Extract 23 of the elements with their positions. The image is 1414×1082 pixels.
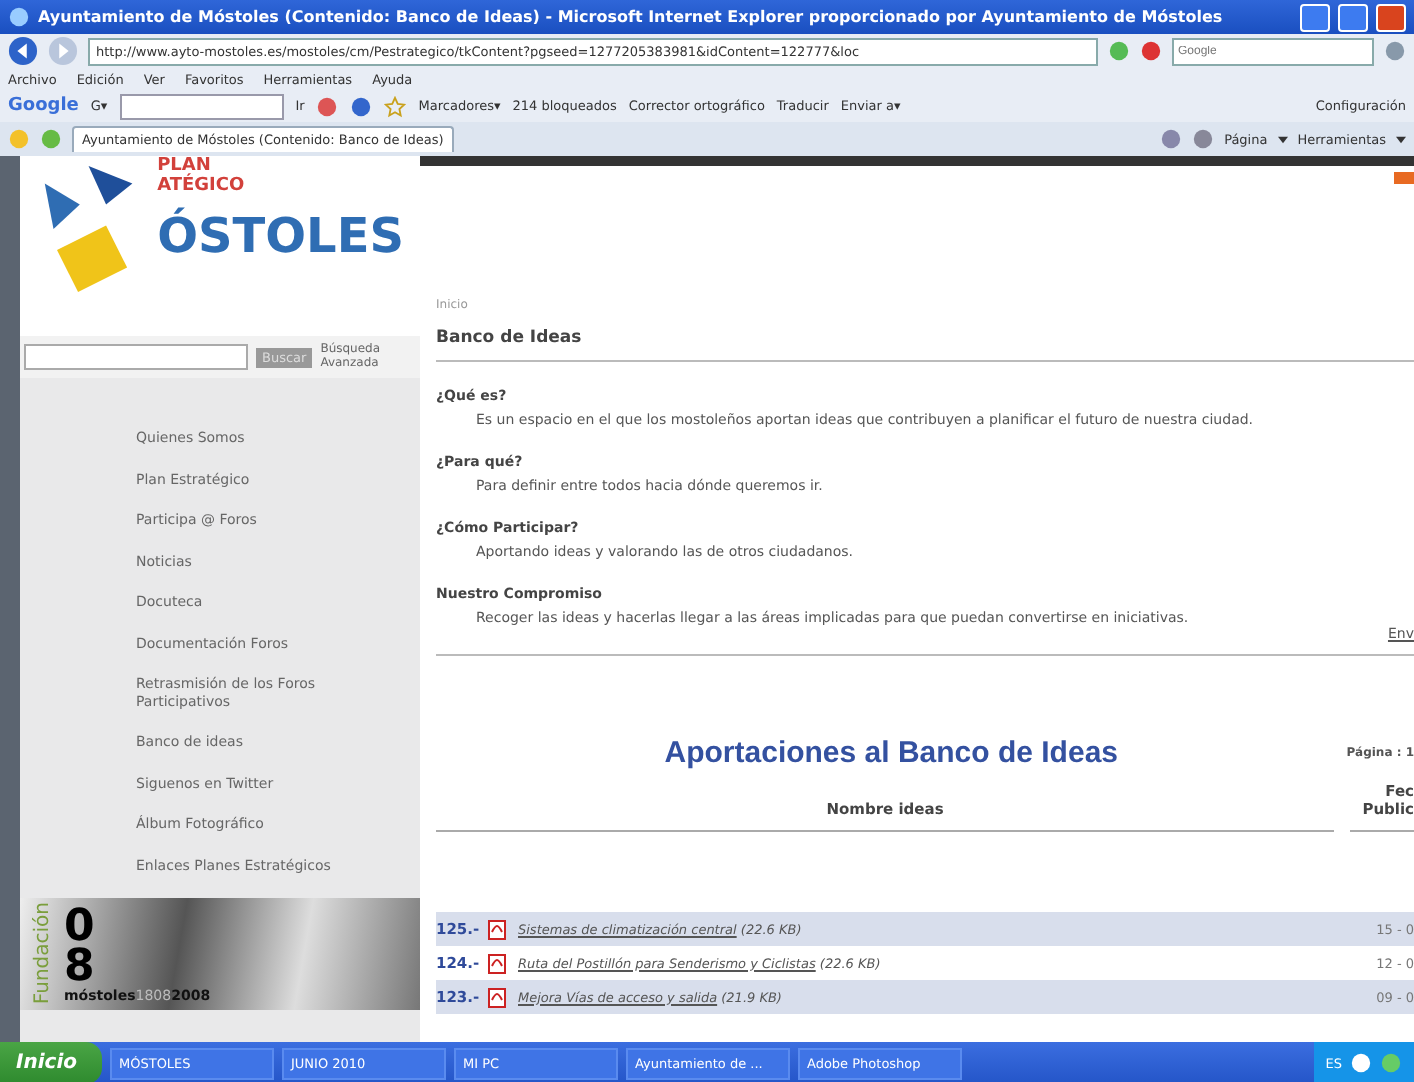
window-title: Ayuntamiento de Móstoles (Contenido: Banco de Ideas) - Microsoft Internet Explorer proporcionado por Ayuntamiento de Móstoles xyxy=(38,8,1225,26)
close-button[interactable] xyxy=(1376,3,1406,31)
pdf-icon xyxy=(488,953,506,973)
logo-text: PLAN xyxy=(157,156,211,176)
maximize-button[interactable] xyxy=(1338,3,1368,31)
back-button[interactable] xyxy=(8,36,38,66)
page-title: Banco de Ideas xyxy=(436,328,584,348)
caret-icon[interactable] xyxy=(1277,135,1288,143)
start-button[interactable]: Inicio xyxy=(0,1042,101,1082)
search-field[interactable] xyxy=(24,344,248,371)
google-logo: Google xyxy=(8,96,79,116)
minimize-button[interactable] xyxy=(1300,3,1330,31)
logo-text: ATÉGICO xyxy=(157,176,247,196)
pdf-icon xyxy=(488,919,506,939)
caret-icon[interactable] xyxy=(1396,135,1406,143)
star-icon xyxy=(384,95,407,117)
banner-digits: 08 xyxy=(64,908,95,988)
pdf-icon xyxy=(488,987,506,1007)
banner-text: Fundación xyxy=(32,902,56,1005)
logo-text: ÓSTOLES xyxy=(157,208,404,264)
list-title: Aportaciones al Banco de Ideas xyxy=(662,736,1121,770)
forward-button[interactable] xyxy=(48,36,78,66)
toolbar-search-field[interactable] xyxy=(119,93,284,119)
